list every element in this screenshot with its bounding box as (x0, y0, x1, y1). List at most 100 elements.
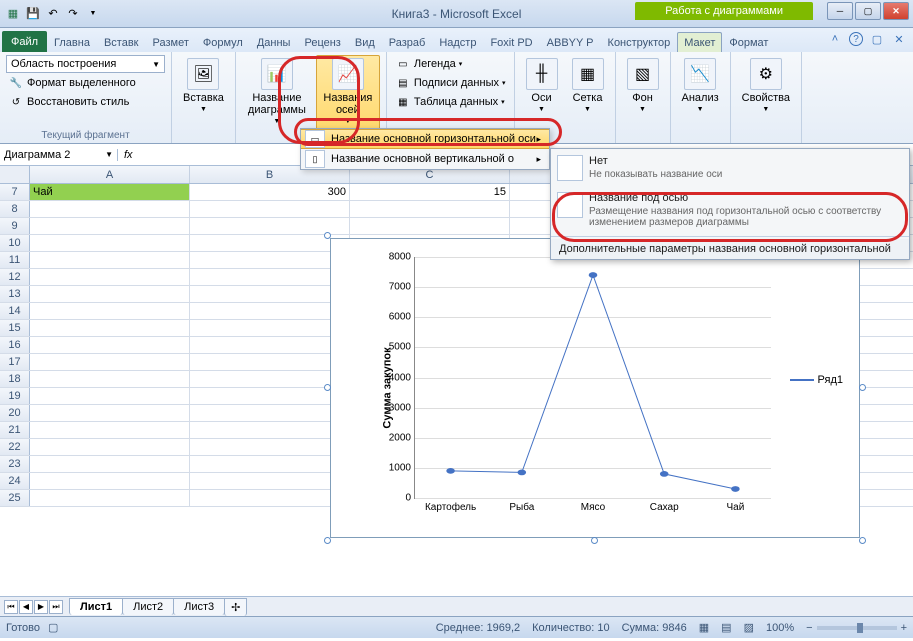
tab-chart-layout[interactable]: Макет (677, 32, 722, 52)
tab-layout[interactable]: Размет (146, 32, 196, 52)
cell[interactable] (190, 303, 350, 319)
undo-icon[interactable]: ↶ (44, 5, 62, 23)
chart-element-selector[interactable]: Область построения▼ (6, 55, 165, 73)
view-page-layout-icon[interactable]: ▤ (721, 621, 731, 634)
zoom-level[interactable]: 100% (766, 622, 794, 634)
properties-button[interactable]: ⚙Свойства▼ (737, 55, 795, 141)
cell[interactable] (30, 405, 190, 421)
row-header[interactable]: 9 (0, 218, 30, 234)
close-button[interactable]: ✕ (883, 2, 909, 20)
cell[interactable] (190, 286, 350, 302)
row-header[interactable]: 24 (0, 473, 30, 489)
y-axis-title[interactable]: Сумма закупок (382, 347, 394, 428)
cell[interactable] (30, 320, 190, 336)
embedded-chart[interactable]: Сумма закупок 01000200030004000500060007… (330, 238, 860, 538)
cell[interactable] (190, 405, 350, 421)
cell[interactable] (30, 218, 190, 234)
data-labels-button[interactable]: ▤Подписи данных ▾ (393, 74, 508, 92)
row-header[interactable]: 19 (0, 388, 30, 404)
row-header[interactable]: 20 (0, 405, 30, 421)
sheet-nav-next[interactable]: ▶ (34, 600, 48, 614)
legend-button[interactable]: ▭Легенда ▾ (393, 55, 508, 73)
row-header[interactable]: 21 (0, 422, 30, 438)
cell[interactable] (30, 201, 190, 217)
cell[interactable] (30, 252, 190, 268)
tab-view[interactable]: Вид (348, 32, 382, 52)
cell[interactable] (30, 269, 190, 285)
chart-legend[interactable]: Ряд1 (790, 374, 843, 386)
cell[interactable] (30, 303, 190, 319)
tab-formulas[interactable]: Формул (196, 32, 250, 52)
sheet-tab-3[interactable]: Лист3 (173, 598, 225, 615)
redo-icon[interactable]: ↷ (64, 5, 82, 23)
cell[interactable] (190, 201, 350, 217)
sheet-tab-2[interactable]: Лист2 (122, 598, 174, 615)
cell[interactable]: 300 (190, 184, 350, 200)
tab-data[interactable]: Данны (250, 32, 298, 52)
analysis-button[interactable]: 📉Анализ▼ (677, 55, 724, 141)
zoom-out-icon[interactable]: − (806, 622, 812, 634)
row-header[interactable]: 18 (0, 371, 30, 387)
flyout-none[interactable]: Нет Не показывать название оси (551, 149, 909, 186)
tab-review[interactable]: Реценз (297, 32, 347, 52)
cell[interactable] (30, 337, 190, 353)
background-button[interactable]: ▧Фон▼ (622, 55, 664, 141)
window-close-icon[interactable]: ✕ (891, 31, 907, 47)
window-restore-icon[interactable]: ▢ (869, 31, 885, 47)
gridlines-button[interactable]: ▦Сетка▼ (567, 55, 609, 141)
cell[interactable] (350, 201, 510, 217)
row-header[interactable]: 10 (0, 235, 30, 251)
sheet-tab-1[interactable]: Лист1 (69, 598, 123, 615)
name-box[interactable]: Диаграмма 2 ▼ (0, 149, 118, 161)
cell[interactable] (190, 252, 350, 268)
col-header-a[interactable]: A (30, 166, 190, 183)
reset-style-button[interactable]: ↺ Восстановить стиль (6, 93, 165, 111)
maximize-button[interactable]: ▢ (855, 2, 881, 20)
cell[interactable] (30, 388, 190, 404)
zoom-slider[interactable]: − + (806, 622, 907, 634)
row-header[interactable]: 7 (0, 184, 30, 200)
cell[interactable] (30, 490, 190, 506)
cell[interactable] (30, 456, 190, 472)
tab-abbyy[interactable]: ABBYY P (540, 32, 601, 52)
cell[interactable] (190, 337, 350, 353)
row-header[interactable]: 23 (0, 456, 30, 472)
row-header[interactable]: 14 (0, 303, 30, 319)
zoom-in-icon[interactable]: + (901, 622, 907, 634)
data-table-button[interactable]: ▦Таблица данных ▾ (393, 93, 508, 111)
tab-chart-design[interactable]: Конструктор (601, 32, 678, 52)
cell[interactable] (190, 473, 350, 489)
cell[interactable]: 15 (350, 184, 510, 200)
tab-foxit[interactable]: Foxit PD (483, 32, 539, 52)
sheet-nav-first[interactable]: ⏮ (4, 600, 18, 614)
row-header[interactable]: 22 (0, 439, 30, 455)
help-icon[interactable]: ? (849, 32, 863, 46)
cell[interactable] (190, 218, 350, 234)
qat-dropdown-icon[interactable]: ▼ (84, 5, 102, 23)
menu-horizontal-axis-title[interactable]: ▭ Название основной горизонтальной оси ▸ (301, 129, 549, 149)
tab-addins[interactable]: Надстр (432, 32, 483, 52)
format-selection-button[interactable]: 🔧 Формат выделенного (6, 74, 165, 92)
cell[interactable] (190, 354, 350, 370)
row-header[interactable]: 17 (0, 354, 30, 370)
cell[interactable] (190, 388, 350, 404)
sheet-nav-prev[interactable]: ◀ (19, 600, 33, 614)
plot-area[interactable]: 010002000300040005000600070008000Картофе… (414, 257, 771, 499)
cell[interactable] (30, 473, 190, 489)
cell[interactable] (30, 354, 190, 370)
cell[interactable] (190, 371, 350, 387)
cell[interactable] (30, 439, 190, 455)
view-normal-icon[interactable]: ▦ (699, 621, 709, 634)
cell[interactable] (190, 490, 350, 506)
row-header[interactable]: 12 (0, 269, 30, 285)
minimize-button[interactable]: ─ (827, 2, 853, 20)
sheet-nav-last[interactable]: ⏭ (49, 600, 63, 614)
row-header[interactable]: 11 (0, 252, 30, 268)
tab-insert[interactable]: Вставк (97, 32, 146, 52)
row-header[interactable]: 8 (0, 201, 30, 217)
flyout-title-below-axis[interactable]: Название под осью Размещение названия по… (551, 186, 909, 234)
cell[interactable] (350, 218, 510, 234)
flyout-more-options[interactable]: Дополнительные параметры названия основн… (551, 239, 909, 259)
tab-chart-format[interactable]: Формат (722, 32, 775, 52)
min-ribbon-icon[interactable]: ˄ (827, 31, 843, 47)
